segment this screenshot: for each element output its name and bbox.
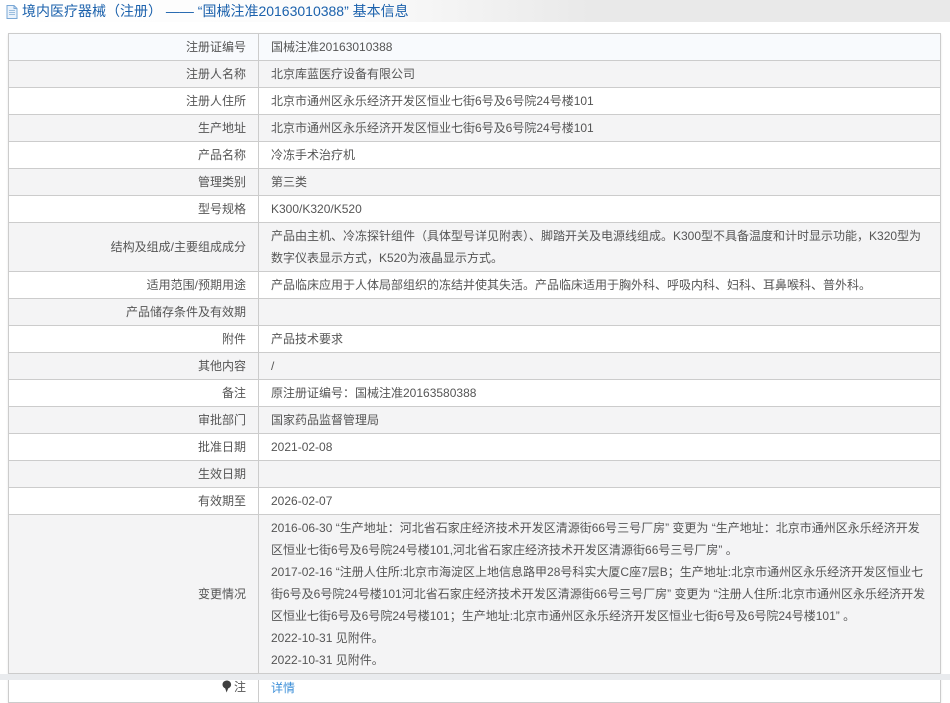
page-title: 境内医疗器械（注册） —— “国械注准20163010388” 基本信息 <box>22 1 409 21</box>
table-row: 备注原注册证编号：国械注准20163580388 <box>9 380 941 407</box>
note-balloon-icon <box>222 678 232 700</box>
table-row: 产品名称冷冻手术治疗机 <box>9 142 941 169</box>
row-value: 产品临床应用于人体局部组织的冻结并使其失活。产品临床适用于胸外科、呼吸内科、妇科… <box>259 272 941 299</box>
row-label: 管理类别 <box>9 169 259 196</box>
change-record-line: 2016-06-30 “生产地址：河北省石家庄经济技术开发区清源街66号三号厂房… <box>271 517 928 561</box>
row-label: 注册人名称 <box>9 61 259 88</box>
row-value: 国家药品监督管理局 <box>259 407 941 434</box>
row-value: 北京市通州区永乐经济开发区恒业七街6号及6号院24号楼101 <box>259 115 941 142</box>
row-label: 其他内容 <box>9 353 259 380</box>
table-row: 批准日期2021-02-08 <box>9 434 941 461</box>
row-label: 审批部门 <box>9 407 259 434</box>
row-label: 适用范围/预期用途 <box>9 272 259 299</box>
row-label: 注册人住所 <box>9 88 259 115</box>
page-bottom-strip <box>0 674 950 680</box>
row-label: 结构及组成/主要组成成分 <box>9 223 259 272</box>
row-value: 产品技术要求 <box>259 326 941 353</box>
row-value: 2016-06-30 “生产地址：河北省石家庄经济技术开发区清源街66号三号厂房… <box>259 515 941 674</box>
row-label: 备注 <box>9 380 259 407</box>
info-table: 注册证编号国械注准20163010388注册人名称北京库蓝医疗设备有限公司注册人… <box>8 33 941 703</box>
row-label: 注册证编号 <box>9 34 259 61</box>
table-row: 生效日期 <box>9 461 941 488</box>
row-label: 批准日期 <box>9 434 259 461</box>
row-label: 有效期至 <box>9 488 259 515</box>
table-row: 变更情况 2016-06-30 “生产地址：河北省石家庄经济技术开发区清源街66号… <box>9 515 941 674</box>
row-value: 2021-02-08 <box>259 434 941 461</box>
row-label: 生效日期 <box>9 461 259 488</box>
change-record-line: 2017-02-16 “注册人住所:北京市海淀区上地信息路甲28号科实大厦C座7… <box>271 561 928 627</box>
row-label: 附件 <box>9 326 259 353</box>
row-value: 国械注准20163010388 <box>259 34 941 61</box>
info-table-body: 注册证编号国械注准20163010388注册人名称北京库蓝医疗设备有限公司注册人… <box>9 34 941 703</box>
table-row: 结构及组成/主要组成成分产品由主机、冷冻探针组件（具体型号详见附表）、脚踏开关及… <box>9 223 941 272</box>
row-value: 北京库蓝医疗设备有限公司 <box>259 61 941 88</box>
row-value: 原注册证编号：国械注准20163580388 <box>259 380 941 407</box>
document-icon <box>6 5 18 19</box>
row-value <box>259 299 941 326</box>
row-value: 北京市通州区永乐经济开发区恒业七街6号及6号院24号楼101 <box>259 88 941 115</box>
row-label: 变更情况 <box>9 515 259 674</box>
detail-link[interactable]: 详情 <box>271 681 295 695</box>
table-row: 审批部门国家药品监督管理局 <box>9 407 941 434</box>
table-row: 产品储存条件及有效期 <box>9 299 941 326</box>
table-row: 生产地址北京市通州区永乐经济开发区恒业七街6号及6号院24号楼101 <box>9 115 941 142</box>
row-label: 产品名称 <box>9 142 259 169</box>
table-row: 适用范围/预期用途产品临床应用于人体局部组织的冻结并使其失活。产品临床适用于胸外… <box>9 272 941 299</box>
row-label: 生产地址 <box>9 115 259 142</box>
row-value: 2026-02-07 <box>259 488 941 515</box>
table-row: 注册证编号国械注准20163010388 <box>9 34 941 61</box>
row-value: 冷冻手术治疗机 <box>259 142 941 169</box>
row-value: 产品由主机、冷冻探针组件（具体型号详见附表）、脚踏开关及电源线组成。K300型不… <box>259 223 941 272</box>
table-row: 型号规格K300/K320/K520 <box>9 196 941 223</box>
table-row: 有效期至2026-02-07 <box>9 488 941 515</box>
change-record-line: 2022-10-31 见附件。 <box>271 649 928 671</box>
row-label: 产品储存条件及有效期 <box>9 299 259 326</box>
table-row: 注册人名称北京库蓝医疗设备有限公司 <box>9 61 941 88</box>
table-row: 其他内容/ <box>9 353 941 380</box>
row-value <box>259 461 941 488</box>
page-title-bar: 境内医疗器械（注册） —— “国械注准20163010388” 基本信息 <box>0 0 950 22</box>
table-row: 附件产品技术要求 <box>9 326 941 353</box>
change-record-line: 2022-10-31 见附件。 <box>271 627 928 649</box>
table-row: 注册人住所北京市通州区永乐经济开发区恒业七街6号及6号院24号楼101 <box>9 88 941 115</box>
row-value: 第三类 <box>259 169 941 196</box>
table-row: 管理类别第三类 <box>9 169 941 196</box>
row-label: 型号规格 <box>9 196 259 223</box>
row-value: / <box>259 353 941 380</box>
row-value: K300/K320/K520 <box>259 196 941 223</box>
